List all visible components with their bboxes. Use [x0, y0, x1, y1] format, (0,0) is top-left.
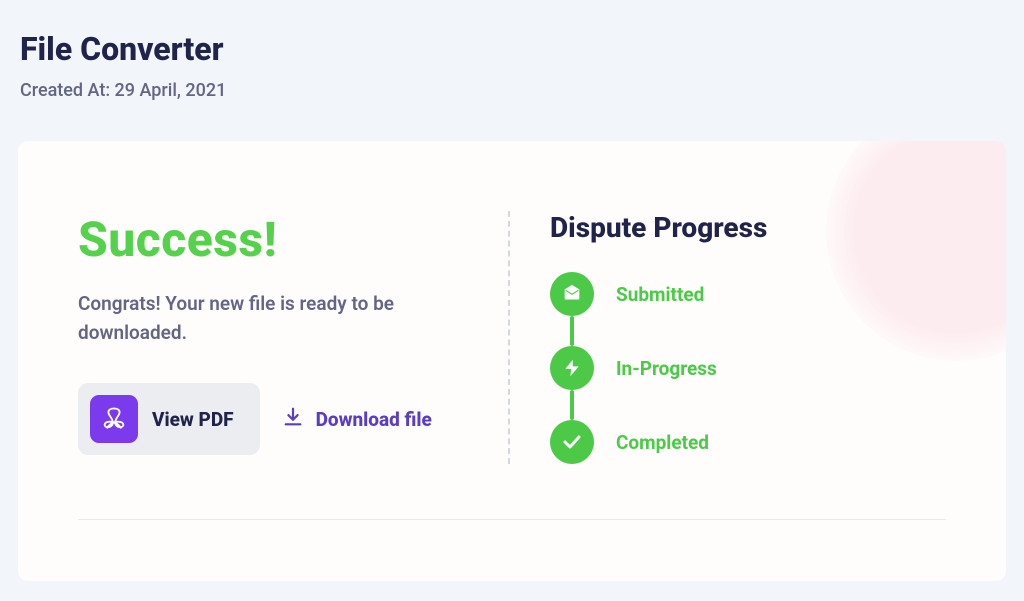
view-pdf-button[interactable]: View PDF [78, 383, 260, 455]
page-header: File Converter Created At: 29 April, 202… [0, 0, 1024, 121]
created-at-line: Created At: 29 April, 2021 [20, 80, 1004, 101]
content-row: Success! Congrats! Your new file is read… [78, 211, 946, 464]
created-at-value: 29 April, 2021 [115, 80, 227, 101]
step-connector [570, 316, 574, 346]
progress-panel: Dispute Progress Submitted [540, 211, 946, 464]
bolt-icon [550, 346, 594, 390]
progress-step-completed: Completed [550, 420, 946, 464]
download-file-button[interactable]: Download file [282, 406, 432, 432]
progress-step-in-progress: In-Progress [550, 346, 946, 390]
vertical-divider [508, 211, 510, 464]
success-message: Congrats! Your new file is ready to be d… [78, 290, 478, 347]
horizontal-divider [78, 519, 946, 520]
envelope-icon [550, 272, 594, 316]
success-panel: Success! Congrats! Your new file is read… [78, 211, 508, 464]
main-card: Success! Congrats! Your new file is read… [18, 141, 1006, 581]
download-icon [282, 406, 304, 432]
progress-title: Dispute Progress [550, 211, 946, 244]
view-pdf-label: View PDF [152, 408, 234, 431]
progress-step-label: Submitted [616, 283, 704, 306]
created-at-prefix: Created At: [20, 80, 115, 101]
action-row: View PDF Download file [78, 383, 478, 455]
progress-step-submitted: Submitted [550, 272, 946, 316]
step-connector [570, 390, 574, 420]
pdf-icon [90, 395, 138, 443]
download-file-label: Download file [316, 408, 432, 431]
check-icon [550, 420, 594, 464]
success-heading: Success! [78, 211, 478, 268]
progress-step-label: In-Progress [616, 357, 717, 380]
progress-steps: Submitted In-Progress [550, 272, 946, 464]
progress-step-label: Completed [616, 431, 709, 454]
page-title: File Converter [20, 30, 1004, 68]
